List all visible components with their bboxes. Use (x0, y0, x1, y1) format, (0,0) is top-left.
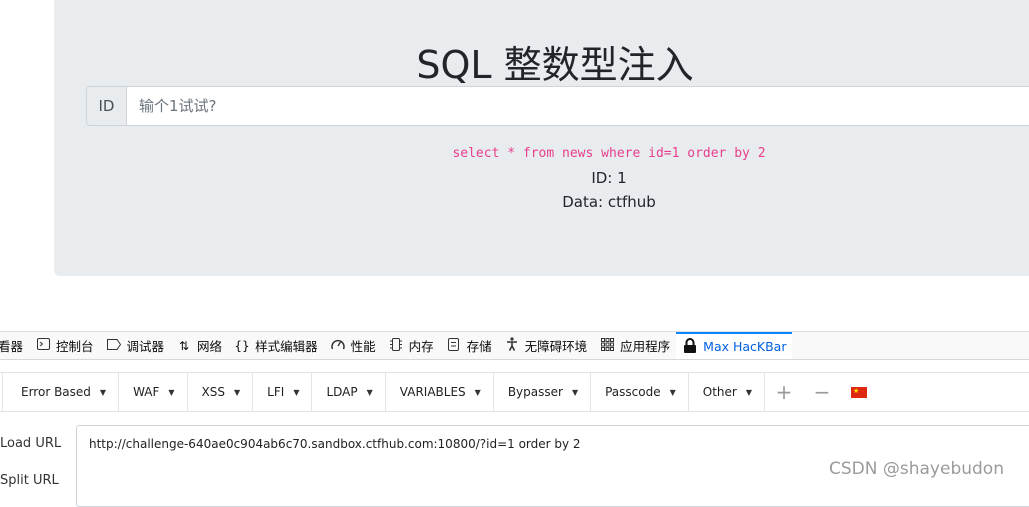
tab-inspector[interactable]: 看器 (0, 332, 29, 359)
tab-max-hackbar-label: Max HacKBar (703, 339, 787, 354)
performance-icon (330, 338, 346, 353)
tab-application-label: 应用程序 (620, 339, 671, 354)
tab-accessibility[interactable]: 无障碍环境 (498, 332, 594, 359)
menu-ldap-label: LDAP (326, 385, 358, 399)
menu-waf[interactable]: WAF ▼ (119, 373, 188, 411)
menu-waf-label: WAF (133, 385, 160, 399)
devtools-tab-bar: 看器 控制台 调试器 ⇅ 网络 {} 样式编辑器 性能 内存 存储 无障碍环境 … (0, 331, 1029, 360)
caret-down-icon: ▼ (366, 387, 373, 397)
plus-icon[interactable]: + (765, 373, 803, 411)
result-data: Data: ctfhub (562, 193, 656, 211)
menu-other[interactable]: Other ▼ (689, 373, 765, 411)
storage-icon (446, 337, 462, 354)
caret-down-icon: ▼ (571, 387, 579, 397)
menu-xss-label: XSS (201, 385, 226, 399)
tab-memory-label: 内存 (408, 339, 434, 354)
menu-passcode-label: Passcode (605, 385, 661, 399)
id-input[interactable] (127, 87, 1029, 125)
application-icon (599, 337, 615, 354)
tab-inspector-label: 看器 (0, 339, 24, 354)
menu-lfi[interactable]: LFI ▼ (253, 373, 313, 411)
menu-other-label: Other (702, 385, 737, 399)
menu-bypasser[interactable]: Bypasser ▼ (494, 373, 592, 411)
tab-performance[interactable]: 性能 (324, 332, 382, 359)
menu-error-based-label: Error Based (21, 385, 91, 399)
tab-storage[interactable]: 存储 (440, 332, 498, 359)
tab-console[interactable]: 控制台 (29, 332, 100, 359)
menu-lfi-label: LFI (267, 385, 285, 399)
sql-query-text: select * from news where id=1 order by 2 (452, 146, 766, 161)
tab-debugger[interactable]: 调试器 (100, 332, 171, 359)
memory-icon (388, 337, 404, 354)
menu-error-based[interactable]: Error Based ▼ (2, 373, 120, 411)
tab-application[interactable]: 应用程序 (593, 332, 676, 359)
tab-storage-label: 存储 (466, 339, 492, 354)
tab-accessibility-label: 无障碍环境 (524, 339, 588, 354)
menu-passcode[interactable]: Passcode ▼ (591, 373, 689, 411)
caret-down-icon: ▼ (234, 387, 241, 397)
tab-style-editor-label: 样式编辑器 (255, 339, 318, 354)
caret-down-icon: ▼ (99, 387, 107, 397)
style-editor-icon: {} (234, 338, 250, 353)
caret-down-icon: ▼ (293, 387, 300, 397)
china-flag-icon[interactable]: ★ (850, 386, 867, 398)
tab-console-label: 控制台 (56, 339, 94, 354)
accessibility-icon (504, 337, 520, 354)
result-id: ID: 1 (591, 169, 627, 187)
menu-variables[interactable]: VARIABLES ▼ (386, 373, 494, 411)
tab-performance-label: 性能 (350, 339, 376, 354)
id-input-prefix: ID (87, 87, 127, 125)
menu-bypasser-label: Bypasser (507, 385, 563, 399)
tab-network-label: 网络 (197, 339, 223, 354)
menu-xss[interactable]: XSS ▼ (188, 373, 254, 411)
split-url-label[interactable]: Split URL (0, 473, 59, 488)
tab-memory[interactable]: 内存 (382, 332, 440, 359)
network-icon: ⇅ (179, 338, 190, 353)
caret-down-icon: ▼ (474, 387, 481, 397)
console-icon (35, 338, 51, 353)
lock-icon (682, 337, 698, 356)
caret-down-icon: ▼ (745, 387, 752, 397)
tab-debugger-label: 调试器 (126, 339, 165, 354)
hackbar-toolbar: Error Based ▼ WAF ▼ XSS ▼ LFI ▼ LDAP ▼ VARIAB… (0, 372, 1029, 412)
page-title: SQL 整数型注入 (416, 43, 694, 87)
tab-network[interactable]: ⇅ 网络 (170, 332, 228, 359)
minus-icon[interactable]: − (803, 373, 841, 411)
menu-variables-label: VARIABLES (399, 385, 466, 399)
debugger-icon (106, 338, 122, 353)
url-value: http://challenge-640ae0c904ab6c70.sandbo… (89, 437, 581, 451)
watermark: CSDN @shayebudon (829, 459, 1004, 479)
caret-down-icon: ▼ (168, 387, 175, 397)
tab-max-hackbar[interactable]: Max HacKBar (676, 332, 793, 359)
id-input-group: ID (86, 86, 1029, 126)
caret-down-icon: ▼ (669, 387, 676, 397)
menu-ldap[interactable]: LDAP ▼ (312, 373, 386, 411)
tab-style-editor[interactable]: {} 样式编辑器 (228, 332, 324, 359)
load-url-label[interactable]: Load URL (0, 436, 61, 451)
